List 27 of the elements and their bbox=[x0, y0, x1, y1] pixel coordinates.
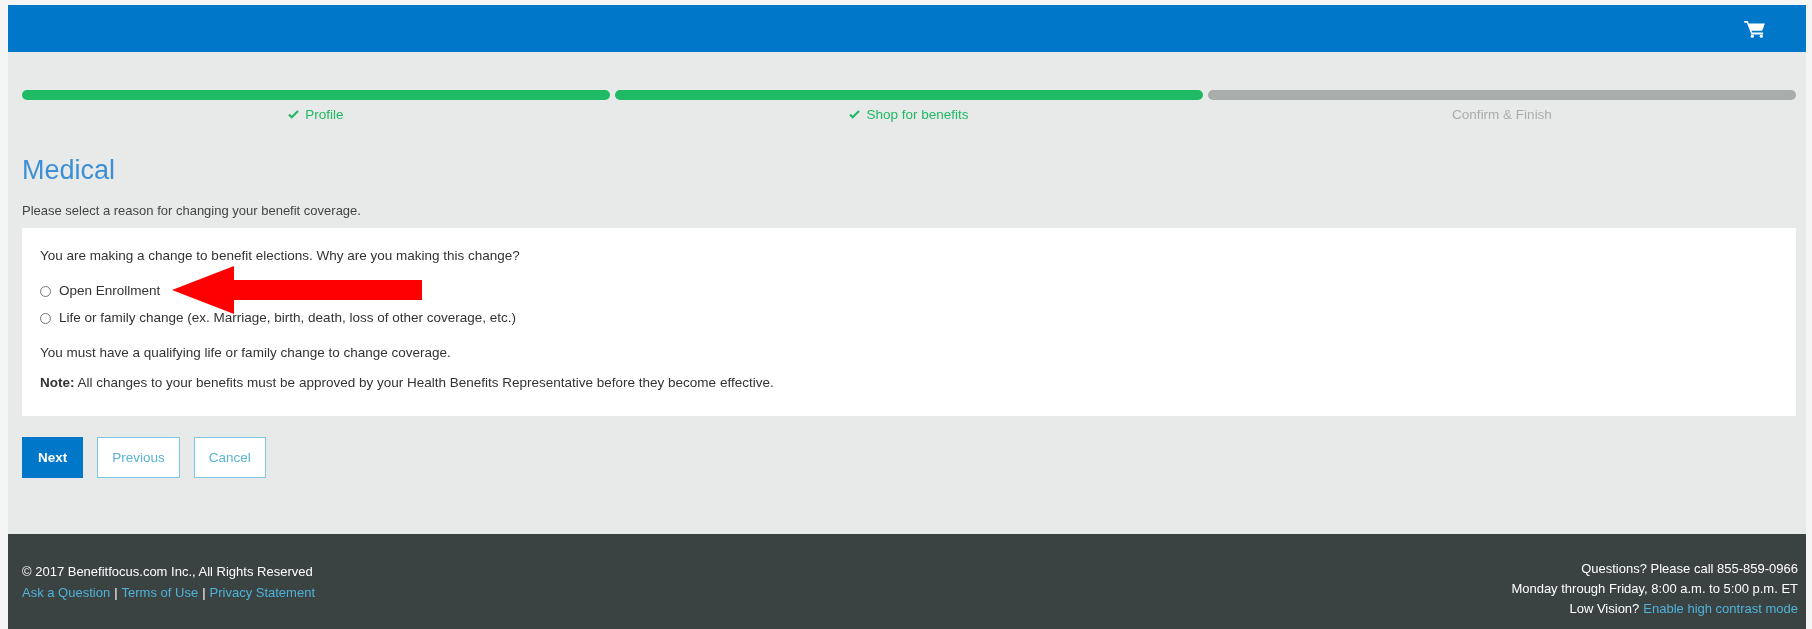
low-vision-text: Low Vision? bbox=[1569, 600, 1640, 618]
step-label: Shop for benefits bbox=[866, 106, 969, 122]
copyright-text: © 2017 Benefitfocus.com Inc., All Rights Reserved bbox=[22, 563, 314, 581]
hours-text: Monday through Friday, 8:00 a.m. to 5:00 p.m. ET bbox=[1511, 580, 1798, 598]
instruction-text: Please select a reason for changing your benefit coverage. bbox=[22, 203, 362, 219]
page-title: Medical bbox=[22, 154, 117, 186]
note-text: Note: All changes to your benefits must be approved by your Health Benefits Representative before they become effective. bbox=[40, 374, 775, 392]
separator-text: | bbox=[114, 584, 118, 602]
footer-link[interactable]: Terms of Use bbox=[121, 583, 199, 603]
option-label[interactable]: Open Enrollment bbox=[59, 282, 161, 300]
footer-link[interactable]: Privacy Statement bbox=[209, 583, 315, 603]
question-text: You are making a change to benefit elections. Why are you making this change? bbox=[40, 247, 521, 265]
phone-text: Questions? Please call 855-859-0966 bbox=[1580, 560, 1798, 578]
step-label: Confirm & Finish bbox=[1452, 106, 1552, 122]
contrast-link[interactable]: Enable high contrast mode bbox=[1643, 599, 1798, 619]
form-button[interactable]: Previous bbox=[97, 437, 180, 478]
option-label[interactable]: Life or family change (ex. Marriage, birth, death, loss of other coverage, etc.) bbox=[59, 309, 516, 327]
form-button[interactable]: Next bbox=[22, 437, 84, 478]
cart-icon[interactable] bbox=[1744, 19, 1766, 38]
step-label: Profile bbox=[305, 106, 344, 122]
footer-link[interactable]: Ask a Question bbox=[22, 583, 111, 603]
arrow-icon bbox=[172, 266, 422, 314]
info-text: You must have a qualifying life or family change to change coverage. bbox=[40, 344, 452, 362]
check-icon bbox=[849, 109, 861, 119]
separator-text: | bbox=[202, 584, 206, 602]
check-icon bbox=[288, 109, 300, 119]
form-button[interactable]: Cancel bbox=[193, 437, 266, 478]
